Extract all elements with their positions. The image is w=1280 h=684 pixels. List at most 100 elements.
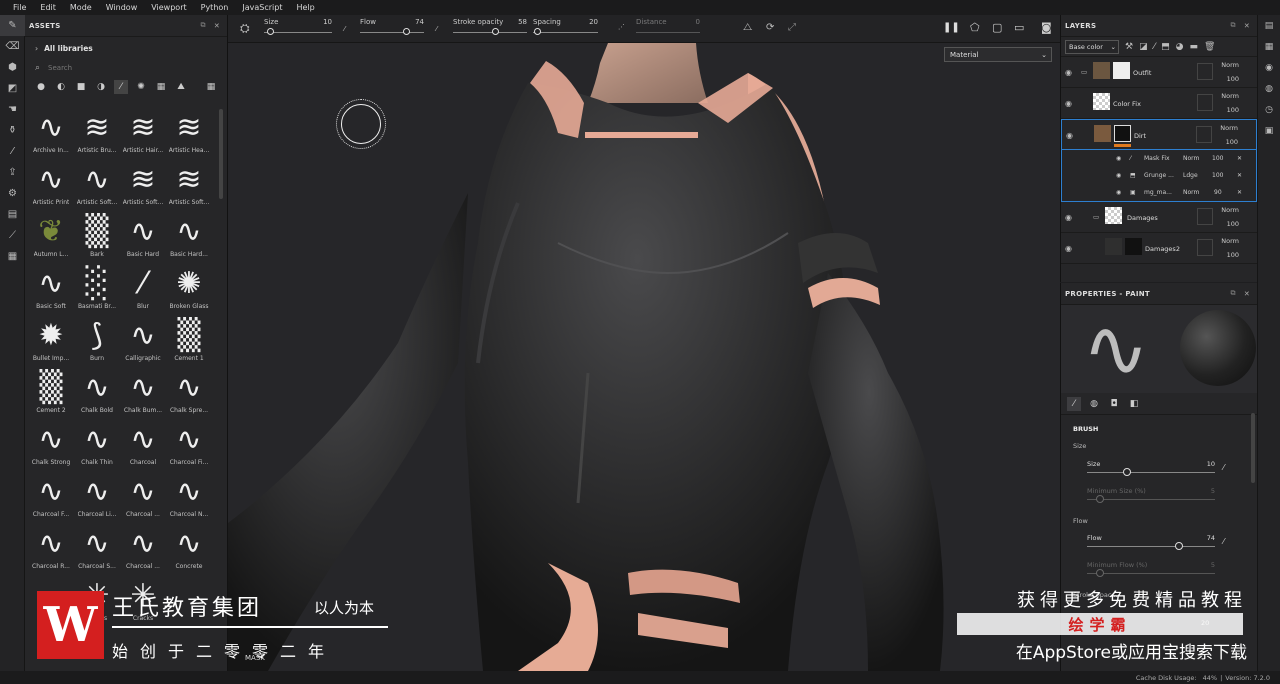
filter-environments-icon[interactable]: ⛰ bbox=[174, 80, 188, 94]
brush-item[interactable]: ∿ Artistic Soft... bbox=[74, 161, 120, 213]
layer-opacity[interactable]: 100 bbox=[1226, 138, 1238, 146]
brush-item[interactable]: ∿ Charcoal N... bbox=[166, 473, 212, 525]
layer-opacity[interactable]: 100 bbox=[1227, 106, 1239, 114]
brush-item[interactable]: ∿ Charcoal F... bbox=[28, 473, 74, 525]
brush-item[interactable]: ∿ Artistic Print bbox=[28, 161, 74, 213]
undock-icon[interactable]: ⧉ bbox=[1231, 289, 1236, 298]
effect-row-mg-mask[interactable]: ◉ ▣ mg_ma... Norm 90 ✕ bbox=[1062, 184, 1256, 201]
size-pen-pressure-icon[interactable]: ⁄ bbox=[344, 25, 345, 33]
color-picker-tool-icon[interactable]: ⁄ bbox=[0, 141, 25, 162]
tab-alpha-icon[interactable]: ◍ bbox=[1087, 397, 1101, 411]
eye-icon[interactable]: ◉ bbox=[1065, 213, 1072, 222]
menu-viewport[interactable]: Viewport bbox=[144, 0, 193, 15]
texture-set-icon[interactable]: ▦ bbox=[1258, 36, 1280, 57]
filter-textures-icon[interactable]: ■ bbox=[74, 80, 88, 94]
spacing-value[interactable]: 20 bbox=[589, 18, 598, 26]
close-icon[interactable]: ✕ bbox=[1237, 189, 1242, 196]
stroke-opacity-slider[interactable]: Stroke opacity 58 bbox=[453, 15, 527, 43]
layer-row-damages2[interactable]: ◉ Damages2 Norm 100 bbox=[1061, 233, 1257, 264]
assets-search[interactable]: ⌕ Search bbox=[25, 59, 227, 76]
minimum-flow-slider[interactable]: Minimum Flow (%) 5 bbox=[1087, 561, 1215, 581]
viewport-material-select[interactable]: Material ⌄ bbox=[944, 47, 1052, 62]
add-mask-icon[interactable]: ◪ bbox=[1139, 42, 1148, 52]
brush-preset-icon[interactable]: ⛭ bbox=[240, 21, 250, 36]
brush-item[interactable]: ∿ Archive In... bbox=[28, 109, 74, 161]
brush-item[interactable]: ≋ Artistic Bru... bbox=[74, 109, 120, 161]
slider-knob[interactable] bbox=[1175, 542, 1184, 550]
pause-icon[interactable]: ❚❚ bbox=[943, 22, 960, 33]
eye-icon[interactable]: ◉ bbox=[1065, 244, 1072, 253]
flow-pressure-icon[interactable]: ⁄ bbox=[1223, 537, 1224, 546]
export-icon[interactable]: ⇪ bbox=[0, 162, 25, 183]
layer-blend-mode[interactable]: Norm bbox=[1221, 61, 1239, 69]
close-icon[interactable]: ✕ bbox=[214, 22, 220, 30]
close-icon[interactable]: ✕ bbox=[1244, 22, 1250, 30]
brush-item[interactable]: ⟆ Burn bbox=[74, 317, 120, 369]
delete-layer-icon[interactable]: 🗑 bbox=[1204, 42, 1215, 52]
tab-brush-icon[interactable]: ⁄ bbox=[1067, 396, 1081, 411]
brush-size-slider[interactable]: Size 10 bbox=[1087, 460, 1215, 480]
display-settings-icon[interactable]: ◉ bbox=[1258, 57, 1280, 78]
spacing-knob[interactable] bbox=[534, 28, 542, 35]
brush-item[interactable]: ∿ Charcoal bbox=[120, 421, 166, 473]
brush-item[interactable]: ∿ Charcoal Fi... bbox=[166, 421, 212, 473]
brush-item[interactable]: ∿ Charcoal Li... bbox=[74, 473, 120, 525]
add-fill-layer-icon[interactable]: ⬒ bbox=[1161, 42, 1170, 52]
menu-mode[interactable]: Mode bbox=[63, 0, 99, 15]
eye-icon[interactable]: ◉ bbox=[1065, 68, 1072, 77]
history-icon[interactable]: ◷ bbox=[1258, 99, 1280, 120]
polygon-fill-tool-icon[interactable]: ◩ bbox=[0, 78, 25, 99]
grid-view-icon[interactable]: ▦ bbox=[204, 80, 218, 94]
eraser-tool-icon[interactable]: ⌫ bbox=[0, 36, 25, 57]
effect-opacity[interactable]: 100 bbox=[1212, 155, 1223, 162]
layer-row-damages[interactable]: ◉ ▭ Damages Norm 100 bbox=[1061, 202, 1257, 233]
screenshot-camera-icon[interactable]: ◙ bbox=[1041, 21, 1052, 34]
brush-item[interactable]: ∿ Basic Soft bbox=[28, 265, 74, 317]
brush-item[interactable]: ∿ Chalk Strong bbox=[28, 421, 74, 473]
eye-icon[interactable]: ◉ bbox=[1116, 189, 1121, 196]
layer-color-box[interactable] bbox=[1197, 63, 1213, 80]
slider-value[interactable]: 5 bbox=[1211, 561, 1215, 569]
filter-procedurals-icon[interactable]: ◑ bbox=[94, 80, 108, 94]
layer-color-box[interactable] bbox=[1197, 94, 1213, 111]
close-icon[interactable]: ✕ bbox=[1237, 172, 1242, 179]
slider-knob[interactable] bbox=[1095, 495, 1104, 503]
close-icon[interactable]: ✕ bbox=[1244, 290, 1250, 298]
filter-brushes-icon[interactable]: ⁄ bbox=[114, 80, 128, 94]
assets-scrollbar[interactable] bbox=[219, 109, 223, 199]
brush-item[interactable]: ✹ Bullet Imp... bbox=[28, 317, 74, 369]
clone-stamp-tool-icon[interactable]: ⚱ bbox=[0, 120, 25, 141]
layer-opacity[interactable]: 100 bbox=[1227, 220, 1239, 228]
undock-icon[interactable]: ⧉ bbox=[1231, 21, 1236, 30]
stroke-opacity-value[interactable]: 58 bbox=[518, 18, 527, 26]
eye-icon[interactable]: ◉ bbox=[1066, 131, 1073, 140]
distance-slider[interactable]: Distance 0 bbox=[636, 15, 700, 43]
menu-python[interactable]: Python bbox=[194, 0, 236, 15]
projection-tool-icon[interactable]: ⬢ bbox=[0, 57, 25, 78]
add-folder-icon[interactable]: ▬ bbox=[1189, 42, 1198, 52]
layer-blend-mode[interactable]: Norm bbox=[1220, 124, 1238, 132]
flow-slider[interactable]: Flow 74 bbox=[360, 15, 424, 43]
layer-blend-mode[interactable]: Norm bbox=[1221, 206, 1239, 214]
add-smart-material-icon[interactable]: ◕ bbox=[1176, 42, 1184, 52]
lazy-mouse-icon[interactable]: ⋰ bbox=[618, 23, 625, 31]
slider-value[interactable]: 5 bbox=[1211, 487, 1215, 495]
log-icon[interactable]: ▦ bbox=[0, 246, 25, 267]
filter-grunges-icon[interactable]: ▦ bbox=[154, 80, 168, 94]
brush-item[interactable]: ≋ Artistic Soft... bbox=[120, 161, 166, 213]
slider-value[interactable]: 74 bbox=[1207, 534, 1215, 542]
add-effect-icon[interactable]: ⚒ bbox=[1125, 42, 1133, 52]
brush-item[interactable]: ∿ Charcoal ... bbox=[120, 525, 166, 577]
brush-item[interactable]: ∿ Chalk Bold bbox=[74, 369, 120, 421]
3d-viewport[interactable]: Material ⌄ bbox=[228, 43, 1060, 671]
brush-item[interactable]: ∿ Charcoal S... bbox=[74, 525, 120, 577]
brush-item[interactable]: ▒ Cement 1 bbox=[166, 317, 212, 369]
channel-select[interactable]: Base color ⌄ bbox=[1065, 39, 1119, 54]
camera-perspective-icon[interactable]: ⬠ bbox=[970, 21, 980, 34]
layers-panel-icon[interactable]: ▤ bbox=[1258, 15, 1280, 36]
effect-blend-mode[interactable]: Ldge bbox=[1183, 172, 1198, 179]
filter-smart-materials-icon[interactable]: ◐ bbox=[54, 80, 68, 94]
brush-item[interactable]: ▒ Bark bbox=[74, 213, 120, 265]
brush-item[interactable]: ❦ Autumn L... bbox=[28, 213, 74, 265]
brush-item[interactable]: ⁄ Blur bbox=[120, 265, 166, 317]
